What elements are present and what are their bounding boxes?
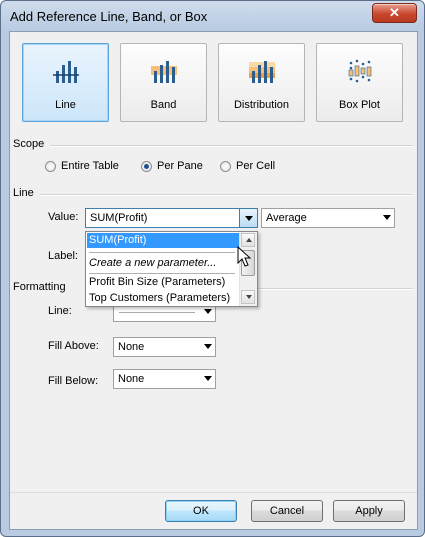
- radio-per-pane[interactable]: Per Pane: [141, 160, 203, 172]
- formatting-divider: [254, 288, 413, 290]
- line-preview: [119, 312, 195, 313]
- tile-box-plot[interactable]: Box Plot: [316, 43, 403, 122]
- distribution-icon: [248, 61, 275, 83]
- fill-above-dropdown[interactable]: None: [113, 337, 216, 357]
- line-divider: [40, 194, 413, 196]
- chevron-down-icon: [204, 376, 212, 381]
- ok-button[interactable]: OK: [165, 500, 237, 522]
- cancel-button[interactable]: Cancel: [251, 500, 323, 522]
- dialog-title: Add Reference Line, Band, or Box: [10, 9, 208, 24]
- fill-above-label: Fill Above:: [48, 340, 99, 352]
- arrow-up-icon: [246, 238, 252, 242]
- value-label: Value:: [48, 211, 79, 223]
- radio-button[interactable]: [45, 160, 56, 172]
- dropdown-item[interactable]: Top Customers (Parameters): [87, 291, 239, 306]
- value-selected: SUM(Profit): [90, 212, 148, 224]
- line-icon: [52, 61, 79, 83]
- radio-button-checked[interactable]: [141, 160, 152, 172]
- title-bar[interactable]: Add Reference Line, Band, or Box ✕: [1, 1, 424, 31]
- radio-button[interactable]: [220, 160, 231, 172]
- tile-line-label: Line: [55, 99, 76, 111]
- radio-label: Entire Table: [61, 160, 119, 172]
- apply-button[interactable]: Apply: [333, 500, 405, 522]
- tile-band-label: Band: [150, 99, 177, 111]
- radio-entire-table[interactable]: Entire Table: [45, 160, 119, 172]
- line-heading: Line: [13, 187, 34, 199]
- scroll-down-button[interactable]: [241, 290, 255, 304]
- dialog-window: Add Reference Line, Band, or Box ✕ Line: [0, 0, 425, 537]
- scroll-up-button[interactable]: [241, 233, 255, 247]
- tile-band[interactable]: Band: [120, 43, 207, 122]
- arrow-down-icon: [246, 295, 252, 299]
- line-style-label: Line:: [48, 305, 72, 317]
- chevron-down-icon: [204, 309, 212, 314]
- dropdown-item[interactable]: Profit Bin Size (Parameters): [87, 275, 239, 290]
- dropdown-item[interactable]: SUM(Profit): [87, 233, 239, 248]
- box-plot-icon: [348, 59, 371, 83]
- scope-heading: Scope: [13, 138, 45, 150]
- radio-label: Per Cell: [236, 160, 276, 172]
- dropdown-separator: [89, 252, 235, 253]
- tile-line[interactable]: Line: [22, 43, 109, 122]
- aggregation-dropdown[interactable]: Average: [261, 208, 395, 228]
- chevron-down-icon: [383, 215, 391, 220]
- close-button[interactable]: ✕: [372, 3, 417, 23]
- dropdown-item[interactable]: Create a new parameter...: [87, 256, 239, 271]
- radio-per-cell[interactable]: Per Cell: [220, 160, 275, 172]
- formatting-heading: Formatting: [13, 281, 66, 293]
- value-dropdown-list[interactable]: SUM(Profit) Create a new parameter... Pr…: [85, 231, 258, 307]
- band-icon: [150, 61, 177, 83]
- value-dropdown[interactable]: SUM(Profit): [85, 208, 258, 228]
- label-label: Label:: [48, 250, 78, 262]
- dialog-body: Line Band Distribution Box Plot Scope En…: [9, 31, 418, 530]
- scope-divider: [50, 145, 413, 147]
- fill-below-dropdown[interactable]: None: [113, 369, 216, 389]
- tile-distribution[interactable]: Distribution: [218, 43, 305, 122]
- fill-above-value: None: [118, 341, 145, 353]
- mouse-cursor-icon: [237, 246, 252, 267]
- radio-label: Per Pane: [157, 160, 203, 172]
- fill-below-label: Fill Below:: [48, 375, 99, 387]
- chevron-down-icon: [204, 344, 212, 349]
- dropdown-scrollbar[interactable]: [239, 232, 257, 306]
- tile-distribution-label: Distribution: [233, 99, 290, 111]
- dropdown-separator: [89, 273, 235, 274]
- chevron-down-icon: [245, 216, 253, 221]
- fill-below-value: None: [118, 373, 145, 385]
- aggregation-value: Average: [266, 212, 307, 224]
- dropdown-button[interactable]: [239, 209, 257, 227]
- tile-box-plot-label: Box Plot: [339, 99, 380, 111]
